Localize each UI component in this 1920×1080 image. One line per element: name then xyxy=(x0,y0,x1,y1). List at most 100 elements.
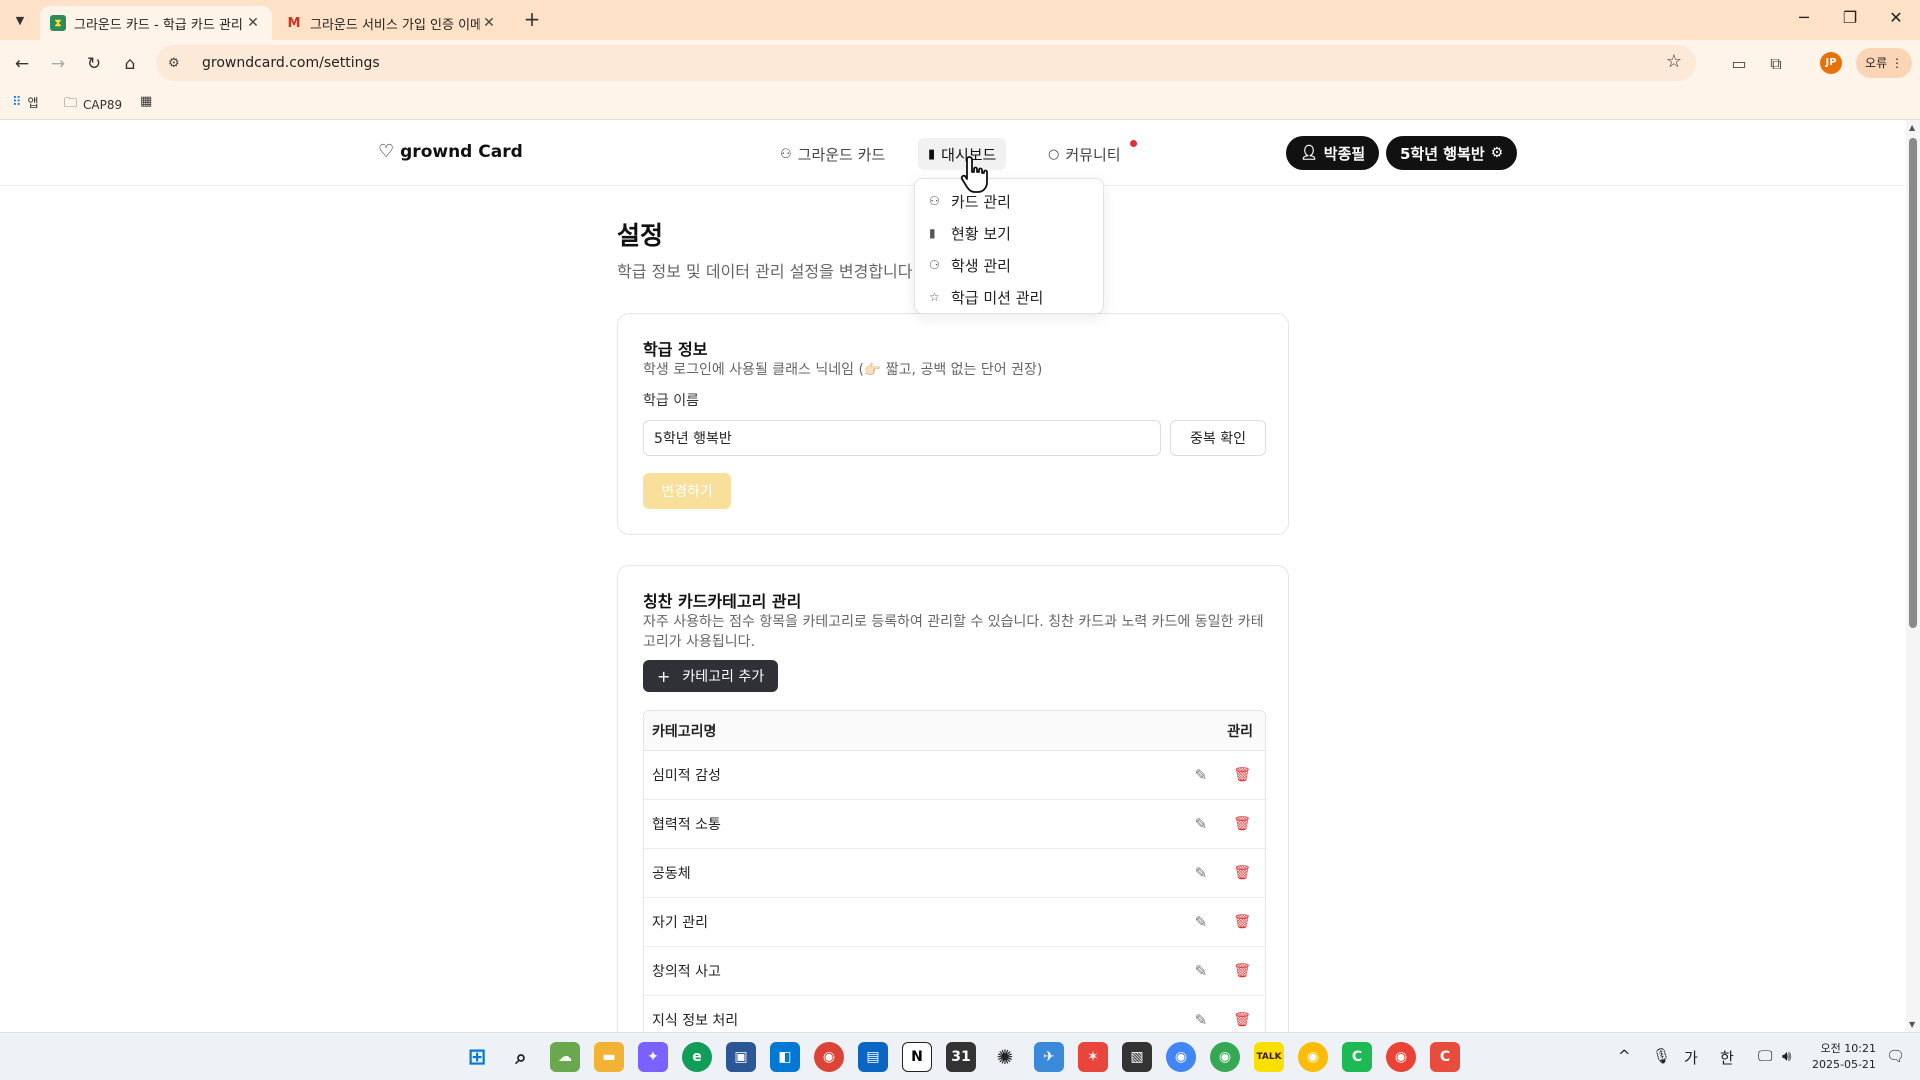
gmail-favicon-icon: M xyxy=(287,15,301,31)
tab-groups-icon[interactable]: ▦ xyxy=(140,94,158,109)
ime-mode-ga[interactable]: 가 xyxy=(1684,1047,1698,1068)
user-icon: 👤︎ xyxy=(1300,145,1318,161)
chrome-profile-icon[interactable]: ◉ xyxy=(1210,1042,1240,1072)
edit-pencil-icon[interactable]: ✎ xyxy=(1195,766,1208,784)
page-description: 학급 정보 및 데이터 관리 설정을 변경합니다. xyxy=(617,262,918,281)
file-explorer-icon[interactable]: ▬ xyxy=(594,1042,624,1072)
volume-icon[interactable]: 🔊︎ xyxy=(1782,1047,1791,1065)
system-clock[interactable]: 오전 10:21 2025-05-21 xyxy=(1812,1041,1876,1073)
chrome-icon[interactable]: ◉ xyxy=(814,1042,844,1072)
bookmark-star-icon[interactable]: ☆ xyxy=(1666,51,1682,72)
hand-cursor-icon xyxy=(960,156,988,193)
user-button[interactable]: 👤︎ 박종필 xyxy=(1286,136,1380,170)
url-text[interactable]: growndcard.com/settings xyxy=(202,55,380,71)
new-tab-button[interactable]: + xyxy=(520,8,544,32)
reload-icon[interactable]: ↻ xyxy=(80,50,108,78)
close-window-icon[interactable]: ✕ xyxy=(1876,8,1916,32)
notification-icon[interactable]: 🗨︎ xyxy=(1886,1047,1905,1065)
class-name-input[interactable] xyxy=(643,420,1161,456)
trash-icon[interactable]: 🗑︎ xyxy=(1233,865,1251,881)
app-icon[interactable]: C xyxy=(1342,1042,1372,1072)
chrome-profile-icon[interactable]: ◉ xyxy=(1298,1042,1328,1072)
app-icon[interactable]: ✈ xyxy=(1034,1042,1064,1072)
copilot-icon[interactable]: ✦ xyxy=(638,1042,668,1072)
chrome-active-icon[interactable]: ◉ xyxy=(1386,1042,1416,1072)
tab-gmail[interactable]: M 그라운드 서비스 가입 인증 이메일 ✕ xyxy=(276,6,508,40)
grownd-favicon-icon: ⧗ xyxy=(50,15,66,31)
menu-item-card-management[interactable]: ⚇ 카드 관리 xyxy=(915,185,1103,217)
browser-toolbar: ← → ↻ ⌂ ⚙ growndcard.com/settings ☆ ▭ ⧉ xyxy=(0,40,1920,86)
network-icon[interactable]: 🖵︎ xyxy=(1758,1047,1772,1065)
widgets-icon[interactable]: ☁ xyxy=(550,1042,580,1072)
nav-grownd-card[interactable]: ⚇ 그라운드 카드 xyxy=(770,138,895,170)
home-icon[interactable]: ⌂ xyxy=(116,50,144,78)
grid-icon: ▦ xyxy=(140,94,153,109)
trash-icon[interactable]: 🗑︎ xyxy=(1233,914,1251,930)
save-class-name-button[interactable]: 변경하기 xyxy=(643,473,731,509)
app-icon[interactable]: ◧ xyxy=(770,1042,800,1072)
store-icon[interactable]: ▣ xyxy=(726,1042,756,1072)
menu-item-missions[interactable]: ☆ 학급 미션 관리 xyxy=(915,281,1103,313)
ime-mode-han[interactable]: 한 xyxy=(1720,1047,1734,1068)
site-info-icon[interactable]: ⚙ xyxy=(168,56,188,71)
tab-search-icon[interactable]: ▼ xyxy=(8,8,32,32)
class-info-card: 학급 정보 학생 로그인에 사용될 클래스 닉네임 (👉🏻 짧고, 공백 없는 … xyxy=(617,313,1289,535)
bar-chart-icon: ▮ xyxy=(928,146,936,162)
table-row: 심미적 감성 ✎ 🗑︎ xyxy=(644,751,1265,800)
tray-overflow-icon[interactable]: ^ xyxy=(1618,1047,1631,1065)
duplicate-check-button[interactable]: 중복 확인 xyxy=(1170,420,1266,456)
chatgpt-icon[interactable]: ✺ xyxy=(990,1042,1020,1072)
microphone-icon[interactable]: 🎙︎ xyxy=(1652,1047,1671,1065)
bookmark-apps[interactable]: ⠿ 앱 xyxy=(12,94,39,111)
search-icon[interactable]: ⌕ xyxy=(506,1042,536,1072)
edit-pencil-icon[interactable]: ✎ xyxy=(1195,913,1208,931)
nav-community[interactable]: ○ 커뮤니티 xyxy=(1038,138,1131,170)
chrome-profile-icon[interactable]: ◉ xyxy=(1166,1042,1196,1072)
page-scrollbar[interactable]: ▲ ▼ xyxy=(1906,120,1920,1032)
windows-start-icon[interactable]: ⊞ xyxy=(462,1042,492,1072)
category-name: 창의적 사고 xyxy=(652,964,721,980)
page-title: 설정 xyxy=(617,221,664,250)
bookmark-label: CAP89 xyxy=(83,98,123,112)
trash-icon[interactable]: 🗑︎ xyxy=(1233,963,1251,979)
kakaotalk-icon[interactable]: TALK xyxy=(1254,1042,1284,1072)
extensions-icon[interactable]: ⧉ xyxy=(1764,52,1788,76)
error-menu-button[interactable]: 오류 ⋮ xyxy=(1856,48,1912,78)
notion-icon[interactable]: N xyxy=(902,1042,932,1072)
forward-icon[interactable]: → xyxy=(44,50,72,78)
bookmark-cap89[interactable]: 🗀 CAP89 xyxy=(64,94,122,116)
edit-pencil-icon[interactable]: ✎ xyxy=(1195,962,1208,980)
site-logo[interactable]: ♡ grownd Card xyxy=(378,141,523,162)
menu-item-students[interactable]: ⚆ 학생 관리 xyxy=(915,249,1103,281)
add-category-button[interactable]: + 카테고리 추가 xyxy=(643,660,779,692)
edit-pencil-icon[interactable]: ✎ xyxy=(1195,864,1208,882)
scrollbar-thumb[interactable] xyxy=(1909,138,1917,628)
class-settings-button[interactable]: 5학년 행복반 ⚙ xyxy=(1386,136,1518,170)
app-icon[interactable]: ▧ xyxy=(1122,1042,1152,1072)
close-tab-icon[interactable]: ✕ xyxy=(480,15,498,31)
minimize-icon[interactable]: ─ xyxy=(1784,8,1824,32)
edge-icon[interactable]: e xyxy=(682,1042,712,1072)
back-icon[interactable]: ← xyxy=(8,50,36,78)
edit-pencil-icon[interactable]: ✎ xyxy=(1195,1011,1208,1029)
app-icon[interactable]: C xyxy=(1430,1042,1460,1072)
scroll-up-icon[interactable]: ▲ xyxy=(1909,123,1915,132)
scroll-down-icon[interactable]: ▼ xyxy=(1909,1020,1915,1029)
restore-icon[interactable]: ❐ xyxy=(1830,8,1870,32)
bar-chart-icon: ▮ xyxy=(929,226,936,240)
calendar-icon[interactable]: 31 xyxy=(946,1042,976,1072)
menu-item-status[interactable]: ▮ 현황 보기 xyxy=(915,217,1103,249)
cast-icon[interactable]: ▭ xyxy=(1727,52,1751,76)
close-tab-icon[interactable]: ✕ xyxy=(244,15,262,31)
app-icon[interactable]: ▤ xyxy=(858,1042,888,1072)
trash-icon[interactable]: 🗑︎ xyxy=(1233,816,1251,832)
app-icon[interactable]: ✶ xyxy=(1078,1042,1108,1072)
apps-grid-icon: ⠿ xyxy=(12,95,22,110)
windows-taskbar: ⊞ ⌕ ☁ ▬ ✦ e ▣ ◧ ◉ ▤ N 31 ✺ ✈ ✶ ▧ ◉ ◉ TAL… xyxy=(0,1032,1920,1080)
tab-grownd-card[interactable]: ⧗ 그라운드 카드 - 학급 카드 관리 ✕ xyxy=(40,6,272,40)
trash-icon[interactable]: 🗑︎ xyxy=(1233,767,1251,783)
trash-icon[interactable]: 🗑︎ xyxy=(1233,1012,1251,1028)
edit-pencil-icon[interactable]: ✎ xyxy=(1195,815,1208,833)
profile-avatar[interactable]: JP xyxy=(1820,52,1842,74)
address-bar[interactable]: ⚙ growndcard.com/settings ☆ xyxy=(156,45,1696,81)
